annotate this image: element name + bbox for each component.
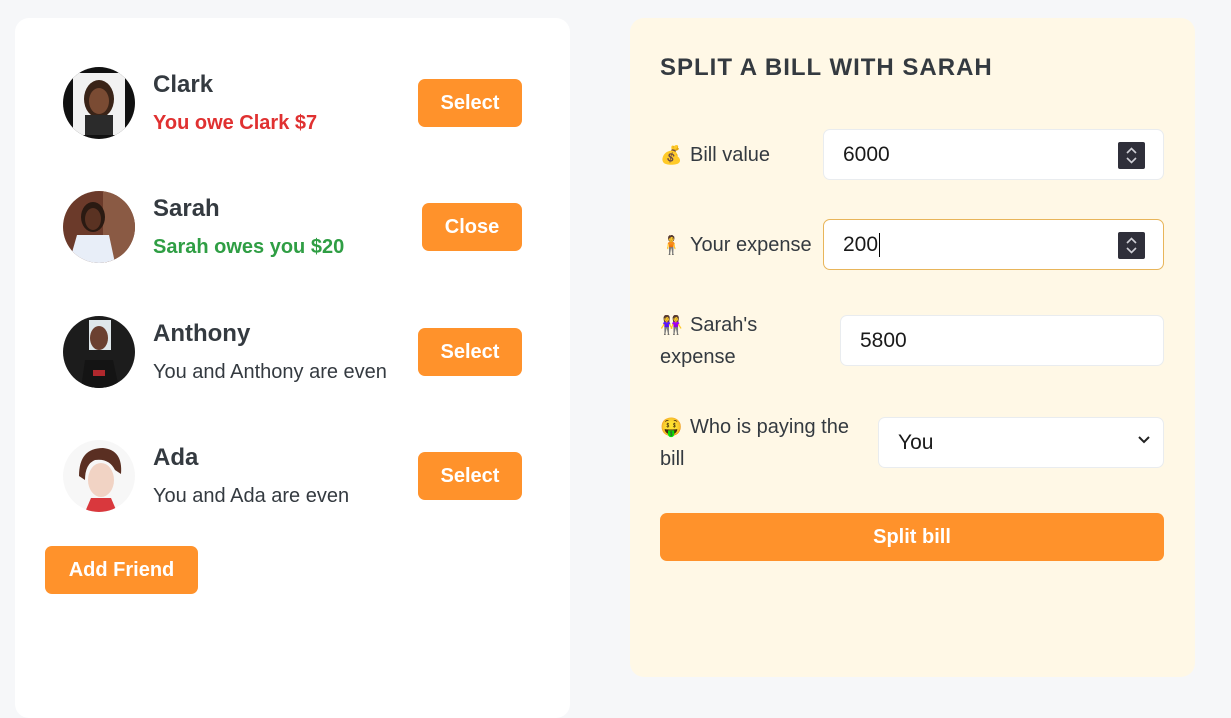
select-friend-button[interactable]: Select — [418, 328, 522, 376]
select-friend-button[interactable]: Select — [418, 452, 522, 500]
friend-name: Ada — [153, 444, 199, 471]
add-friend-button[interactable]: Add Friend — [45, 546, 198, 594]
friend-name: Anthony — [153, 320, 251, 347]
person-standing-icon: 🧍 — [660, 235, 683, 255]
text-caret — [879, 232, 881, 257]
number-spinner[interactable] — [1118, 142, 1145, 169]
avatar — [63, 67, 135, 139]
split-bill-form: SPLIT A BILL WITH SARAH 💰 Bill value 6000… — [630, 18, 1195, 677]
friend-expense-label: 👭 Sarah's expense — [660, 309, 820, 373]
friend-balance: Sarah owes you $20 — [153, 236, 345, 258]
money-mouth-face-icon: 🤑 — [660, 417, 683, 437]
friend-balance: You owe Clark $7 — [153, 112, 318, 134]
two-people-icon: 👭 — [660, 315, 683, 335]
friends-panel: Clark You owe Clark $7 Select Sarah Sara… — [15, 18, 570, 718]
bill-value-label: 💰 Bill value — [660, 139, 770, 171]
your-expense-input[interactable]: 200 — [823, 219, 1164, 270]
money-bag-icon: 💰 — [660, 145, 683, 165]
close-friend-button[interactable]: Close — [422, 203, 522, 251]
avatar — [63, 191, 135, 263]
your-expense-label: 🧍 Your expense — [660, 229, 812, 261]
chevron-down-icon — [1138, 436, 1150, 444]
friend-expense-input: 5800 — [840, 315, 1164, 366]
form-title: SPLIT A BILL WITH SARAH — [660, 54, 993, 81]
friend-item-anthony: Anthony You and Anthony are even Select — [63, 316, 523, 390]
friend-name: Sarah — [153, 195, 220, 222]
friend-item-clark: Clark You owe Clark $7 Select — [63, 67, 523, 141]
number-spinner[interactable] — [1118, 232, 1145, 259]
friend-balance: You and Anthony are even — [153, 361, 387, 383]
avatar — [63, 316, 135, 388]
avatar — [63, 440, 135, 512]
bill-value-input[interactable]: 6000 — [823, 129, 1164, 180]
friend-item-ada: Ada You and Ada are even Select — [63, 440, 523, 514]
friend-item-sarah: Sarah Sarah owes you $20 Close — [63, 191, 523, 265]
who-pays-label: 🤑 Who is paying the bill — [660, 411, 872, 475]
split-bill-button[interactable]: Split bill — [660, 513, 1164, 561]
friend-balance: You and Ada are even — [153, 485, 350, 507]
select-friend-button[interactable]: Select — [418, 79, 522, 127]
friend-name: Clark — [153, 71, 214, 98]
who-pays-select[interactable]: You — [878, 417, 1164, 468]
